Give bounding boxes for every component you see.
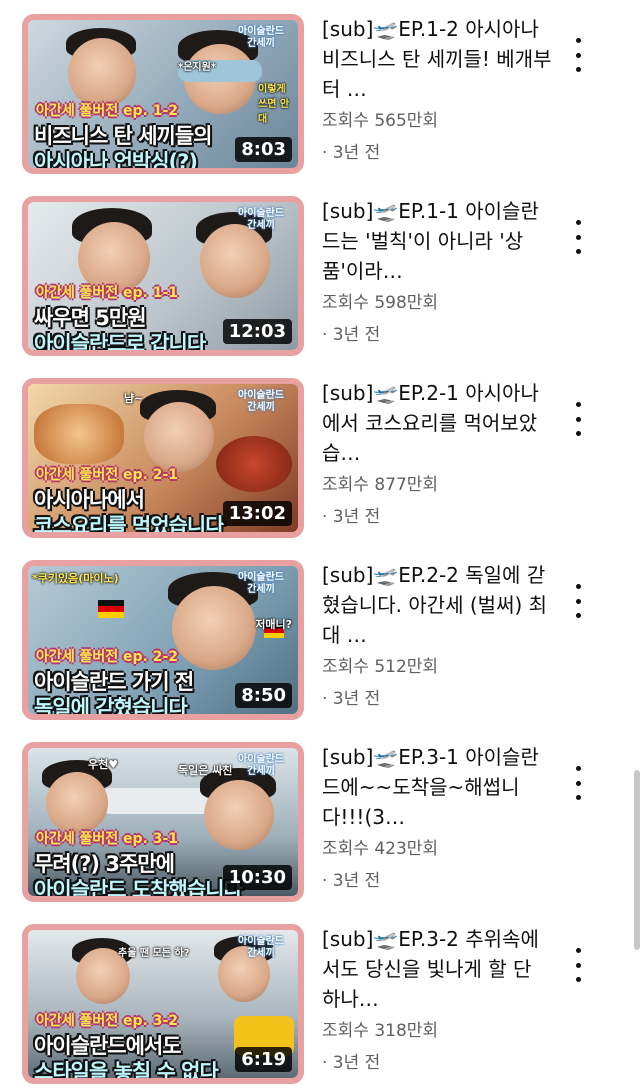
video-thumbnail[interactable]: 아이슬란드 간세끼 아간세 풀버전 ep. 1-1 싸우면 5만원 아이슬란드로… bbox=[22, 196, 304, 356]
upload-age: · 3년 전 bbox=[322, 1053, 381, 1073]
thumbnail-caption: 코스요리를 먹었습니다 bbox=[34, 514, 225, 538]
thumbnail-note: 우천♥ bbox=[88, 758, 119, 771]
thumbnail-person bbox=[68, 38, 136, 108]
more-vert-icon[interactable] bbox=[566, 402, 590, 436]
video-title[interactable]: [sub]🛫EP.1-1 아이슬란드는 '벌칙'이 아니라 '상품'이라… bbox=[322, 196, 552, 286]
video-thumbnail[interactable]: 아이슬란드 간세끼 추울 땐 모든 하? 아간세 풀버전 ep. 3-2 아이슬… bbox=[22, 924, 304, 1084]
episode-label: 아간세 풀버전 ep. 3-2 bbox=[36, 1013, 179, 1029]
episode-label: 아간세 풀버전 ep. 1-2 bbox=[36, 103, 179, 119]
video-meta: [sub]🛫EP.2-1 아시아나에서 코스요리를 먹어보았습… 조회수 877… bbox=[322, 378, 552, 530]
view-count: 조회수 423만회 bbox=[322, 839, 439, 859]
channel-logo: 아이슬란드 간세끼 bbox=[238, 390, 284, 413]
video-item[interactable]: 아이슬란드 간세끼 냠~ 아간세 풀버전 ep. 2-1 아시아나에서 코스요리… bbox=[0, 374, 640, 546]
video-title[interactable]: [sub]🛫EP.2-2 독일에 갇혔습니다. 아간세 (벌써) 최대 … bbox=[322, 560, 552, 650]
channel-logo: 아이슬란드 간세끼 bbox=[238, 572, 284, 595]
scrollbar[interactable] bbox=[634, 770, 640, 950]
germany-flag-icon bbox=[98, 600, 124, 618]
view-count: 조회수 565만회 bbox=[322, 111, 439, 131]
episode-label: 아간세 풀버전 ep. 1-1 bbox=[36, 285, 179, 301]
video-title[interactable]: [sub]🛫EP.3-2 추위속에서도 당신을 빛나게 할 단 하나… bbox=[322, 924, 552, 1014]
video-item[interactable]: 아이슬란드 간세끼 *쿠키있음(마이노) 저매니? 아간세 풀버전 ep. 2-… bbox=[0, 556, 640, 728]
food-plate bbox=[216, 436, 292, 492]
video-thumbnail[interactable]: 아이슬란드 간세끼 우천♥ 독일은 싸친 아간세 풀버전 ep. 3-1 무려(… bbox=[22, 742, 304, 902]
video-title[interactable]: [sub]🛫EP.2-1 아시아나에서 코스요리를 먹어보았습… bbox=[322, 378, 552, 468]
view-count: 조회수 512만회 bbox=[322, 657, 439, 677]
upload-age: · 3년 전 bbox=[322, 507, 381, 527]
episode-label: 아간세 풀버전 ep. 2-2 bbox=[36, 649, 179, 665]
video-item[interactable]: 아이슬란드 간세끼 *은지원* 이렇게 쓰면 안대 아간세 풀버전 ep. 1-… bbox=[0, 10, 640, 182]
video-meta: [sub]🛫EP.3-1 아이슬란드에~~도착을~해썹니다!!!(3… 조회수 … bbox=[322, 742, 552, 894]
thumbnail-note: *은지원* bbox=[178, 62, 217, 73]
video-meta: [sub]🛫EP.2-2 독일에 갇혔습니다. 아간세 (벌써) 최대 … 조회… bbox=[322, 560, 552, 712]
thumbnail-person bbox=[46, 772, 108, 834]
thumbnail-caption: 독일에 갇혔습니다 bbox=[34, 696, 188, 720]
food-plate bbox=[34, 404, 124, 464]
video-duration: 6:19 bbox=[235, 1047, 292, 1072]
thumbnail-person bbox=[172, 586, 256, 670]
thumbnail-note: 저매니? bbox=[255, 618, 292, 631]
video-thumbnail[interactable]: 아이슬란드 간세끼 냠~ 아간세 풀버전 ep. 2-1 아시아나에서 코스요리… bbox=[22, 378, 304, 538]
upload-age: · 3년 전 bbox=[322, 143, 381, 163]
episode-label: 아간세 풀버전 ep. 2-1 bbox=[36, 467, 179, 483]
upload-age: · 3년 전 bbox=[322, 325, 381, 345]
video-duration: 8:50 bbox=[235, 683, 292, 708]
more-vert-icon[interactable] bbox=[566, 220, 590, 254]
video-title[interactable]: [sub]🛫EP.3-1 아이슬란드에~~도착을~해썹니다!!!(3… bbox=[322, 742, 552, 832]
thumbnail-person bbox=[204, 780, 274, 850]
video-thumbnail[interactable]: 아이슬란드 간세끼 *은지원* 이렇게 쓰면 안대 아간세 풀버전 ep. 1-… bbox=[22, 14, 304, 174]
more-vert-icon[interactable] bbox=[566, 766, 590, 800]
thumbnail-caption: 아이슬란드 도착했습니다 bbox=[34, 878, 243, 902]
video-meta: [sub]🛫EP.3-2 추위속에서도 당신을 빛나게 할 단 하나… 조회수 … bbox=[322, 924, 552, 1076]
thumbnail-caption: 아시아나 언박싱(?) bbox=[34, 150, 198, 174]
thumbnail-note: 냠~ bbox=[124, 392, 144, 405]
view-count: 조회수 318만회 bbox=[322, 1021, 439, 1041]
video-meta: [sub]🛫EP.1-1 아이슬란드는 '벌칙'이 아니라 '상품'이라… 조회… bbox=[322, 196, 552, 348]
video-title[interactable]: [sub]🛫EP.1-2 아시아나 비즈니스 탄 세끼들! 베개부터 … bbox=[322, 14, 552, 104]
video-item[interactable]: 아이슬란드 간세끼 아간세 풀버전 ep. 1-1 싸우면 5만원 아이슬란드로… bbox=[0, 192, 640, 364]
video-meta: [sub]🛫EP.1-2 아시아나 비즈니스 탄 세끼들! 베개부터 … 조회수… bbox=[322, 14, 552, 166]
video-duration: 13:02 bbox=[222, 501, 292, 526]
view-count: 조회수 877만회 bbox=[322, 475, 439, 495]
video-thumbnail[interactable]: 아이슬란드 간세끼 *쿠키있음(마이노) 저매니? 아간세 풀버전 ep. 2-… bbox=[22, 560, 304, 720]
video-item[interactable]: 아이슬란드 간세끼 추울 땐 모든 하? 아간세 풀버전 ep. 3-2 아이슬… bbox=[0, 920, 640, 1092]
thumbnail-person bbox=[144, 402, 214, 472]
channel-logo: 아이슬란드 간세끼 bbox=[238, 754, 284, 777]
thumbnail-note: 이렇게 쓰면 안대 bbox=[258, 84, 290, 125]
thumbnail-note: 추울 땐 모든 하? bbox=[118, 948, 190, 959]
video-duration: 10:30 bbox=[222, 865, 292, 890]
thumbnail-caption: 스타일을 놓칠 수 없다 bbox=[34, 1060, 219, 1084]
thumbnail-caption: 아이슬란드로 갑니다 bbox=[34, 332, 206, 356]
video-duration: 12:03 bbox=[222, 319, 292, 344]
more-vert-icon[interactable] bbox=[566, 584, 590, 618]
thumbnail-person bbox=[200, 224, 270, 298]
upload-age: · 3년 전 bbox=[322, 871, 381, 891]
more-vert-icon[interactable] bbox=[566, 948, 590, 982]
episode-label: 아간세 풀버전 ep. 3-1 bbox=[36, 831, 179, 847]
upload-age: · 3년 전 bbox=[322, 689, 381, 709]
more-vert-icon[interactable] bbox=[566, 38, 590, 72]
view-count: 조회수 598만회 bbox=[322, 293, 439, 313]
thumbnail-note: *쿠키있음(마이노) bbox=[32, 572, 119, 585]
channel-logo: 아이슬란드 간세끼 bbox=[238, 26, 284, 49]
channel-logo: 아이슬란드 간세끼 bbox=[238, 936, 284, 959]
thumbnail-note: 독일은 싸친 bbox=[178, 764, 233, 777]
video-item[interactable]: 아이슬란드 간세끼 우천♥ 독일은 싸친 아간세 풀버전 ep. 3-1 무려(… bbox=[0, 738, 640, 910]
video-duration: 8:03 bbox=[235, 137, 292, 162]
channel-logo: 아이슬란드 간세끼 bbox=[238, 208, 284, 231]
